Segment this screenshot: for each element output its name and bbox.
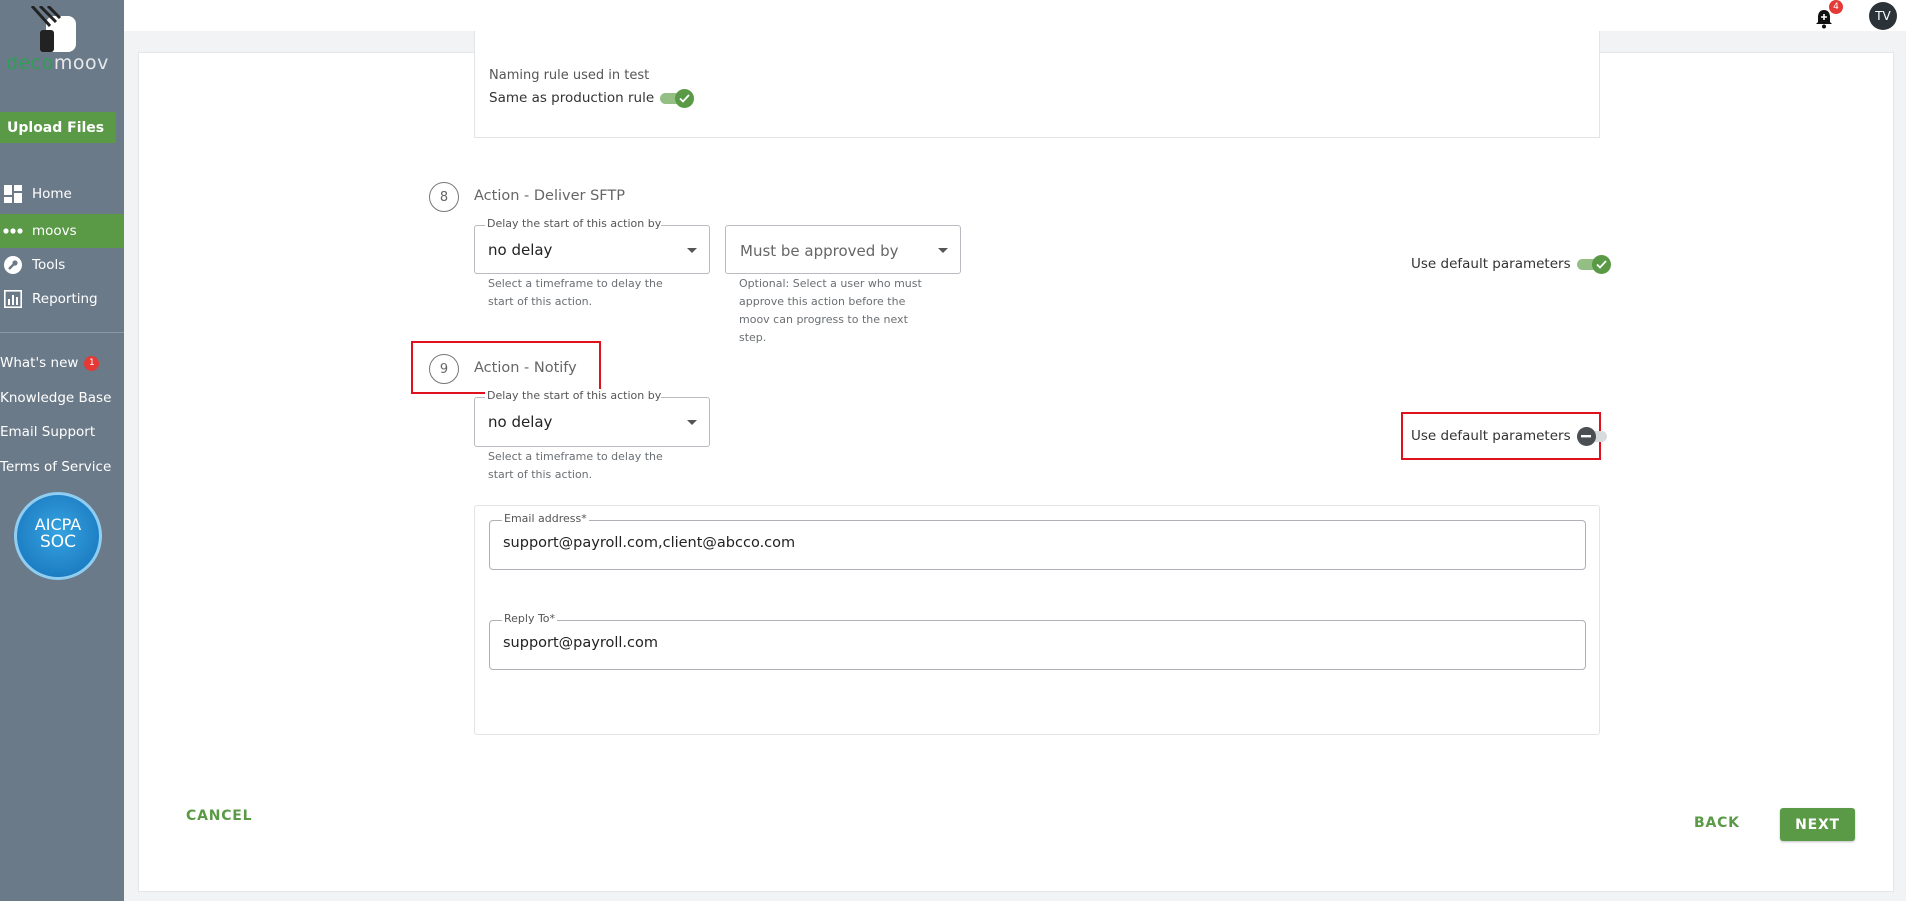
sidebar: decomoov Upload Files Home moovs Tools R… — [0, 0, 124, 901]
step-9-use-default-row: Use default parameters — [1411, 427, 1609, 446]
reply-to-field[interactable]: Reply To* — [489, 612, 1586, 670]
whats-new-label: What's new — [0, 355, 79, 371]
step-9-delay-legend: Delay the start of this action by — [485, 389, 661, 402]
step-9-delay-value: no delay — [488, 413, 553, 431]
step-8-delay-helper: Select a timeframe to delay the start of… — [488, 277, 663, 308]
step-8-delay-legend: Delay the start of this action by — [485, 217, 661, 230]
sidebar-item-moovs[interactable]: moovs — [0, 214, 124, 248]
wrench-icon — [2, 255, 24, 275]
check-icon — [675, 89, 695, 108]
minus-icon — [1576, 427, 1596, 446]
step-8-title: Action - Deliver SFTP — [474, 188, 625, 204]
step-9-use-default-toggle[interactable] — [1576, 427, 1609, 446]
sidebar-divider — [0, 332, 124, 333]
top-bar — [124, 0, 1906, 31]
back-button[interactable]: BACK — [1694, 815, 1740, 831]
logo-icon — [30, 6, 76, 52]
naming-rule-panel — [474, 31, 1600, 138]
step-9-delay-helper: Select a timeframe to delay the start of… — [488, 450, 663, 481]
upload-files-button[interactable]: Upload Files — [0, 112, 116, 143]
same-as-production-label: Same as production rule — [489, 90, 655, 106]
step-8-delay-value: no delay — [488, 241, 553, 259]
dashboard-icon — [2, 184, 24, 204]
reply-to-input[interactable] — [503, 635, 1553, 651]
email-address-input[interactable] — [503, 535, 1553, 551]
email-support-link[interactable]: Email Support — [0, 424, 95, 440]
whats-new-badge: 1 — [84, 355, 100, 371]
sidebar-item-home[interactable]: Home — [0, 177, 124, 211]
sidebar-item-label: Tools — [32, 257, 66, 273]
same-as-production-toggle[interactable] — [660, 89, 695, 108]
naming-rule-label: Naming rule used in test — [489, 68, 650, 83]
check-icon — [1591, 255, 1611, 274]
whats-new-link[interactable]: What's new 1 — [0, 355, 100, 371]
sidebar-item-label: moovs — [32, 223, 77, 239]
step-8-approval-placeholder: Must be approved by — [740, 242, 899, 260]
chevron-down-icon — [687, 420, 697, 425]
logo[interactable]: decomoov — [0, 0, 124, 80]
email-address-field[interactable]: Email address* — [489, 512, 1586, 570]
step-8-approval-helper: Optional: Select a user who must approve… — [739, 277, 922, 344]
soc-label: SOC — [39, 532, 77, 552]
sidebar-item-tools[interactable]: Tools — [0, 248, 124, 282]
step-8-use-default-label: Use default parameters — [1411, 256, 1571, 272]
notification-count-badge: 4 — [1829, 0, 1843, 14]
email-address-legend: Email address* — [502, 512, 589, 525]
chevron-down-icon — [938, 248, 948, 253]
main-card — [138, 52, 1894, 892]
logo-text: decomoov — [6, 52, 109, 74]
step-8-number: 8 — [429, 182, 459, 212]
sidebar-item-label: Reporting — [32, 291, 98, 307]
step-9-number: 9 — [429, 354, 459, 384]
step-8-use-default-row: Use default parameters — [1411, 255, 1611, 274]
same-as-production-toggle-row: Same as production rule — [489, 89, 695, 108]
reply-to-legend: Reply To* — [502, 612, 558, 625]
terms-of-service-link[interactable]: Terms of Service — [0, 459, 111, 475]
dots-icon — [2, 221, 24, 241]
bar-chart-icon — [2, 289, 24, 309]
step-9-use-default-label: Use default parameters — [1411, 428, 1571, 444]
step-8-delay-select[interactable]: Delay the start of this action by no del… — [474, 217, 710, 274]
sidebar-item-label: Home — [32, 186, 72, 202]
sidebar-item-reporting[interactable]: Reporting — [0, 282, 124, 316]
step-8-approval-select[interactable]: Must be approved by — [725, 225, 961, 274]
aicpa-soc-badge: AICPA SOC — [14, 492, 102, 580]
step-9-delay-select[interactable]: Delay the start of this action by no del… — [474, 389, 710, 447]
next-button[interactable]: NEXT — [1780, 808, 1855, 841]
step-8-use-default-toggle[interactable] — [1576, 255, 1611, 274]
user-avatar[interactable]: TV — [1869, 2, 1897, 30]
knowledge-base-link[interactable]: Knowledge Base — [0, 390, 111, 406]
cancel-button[interactable]: CANCEL — [186, 808, 252, 824]
step-9-title: Action - Notify — [474, 360, 577, 376]
chevron-down-icon — [687, 248, 697, 253]
